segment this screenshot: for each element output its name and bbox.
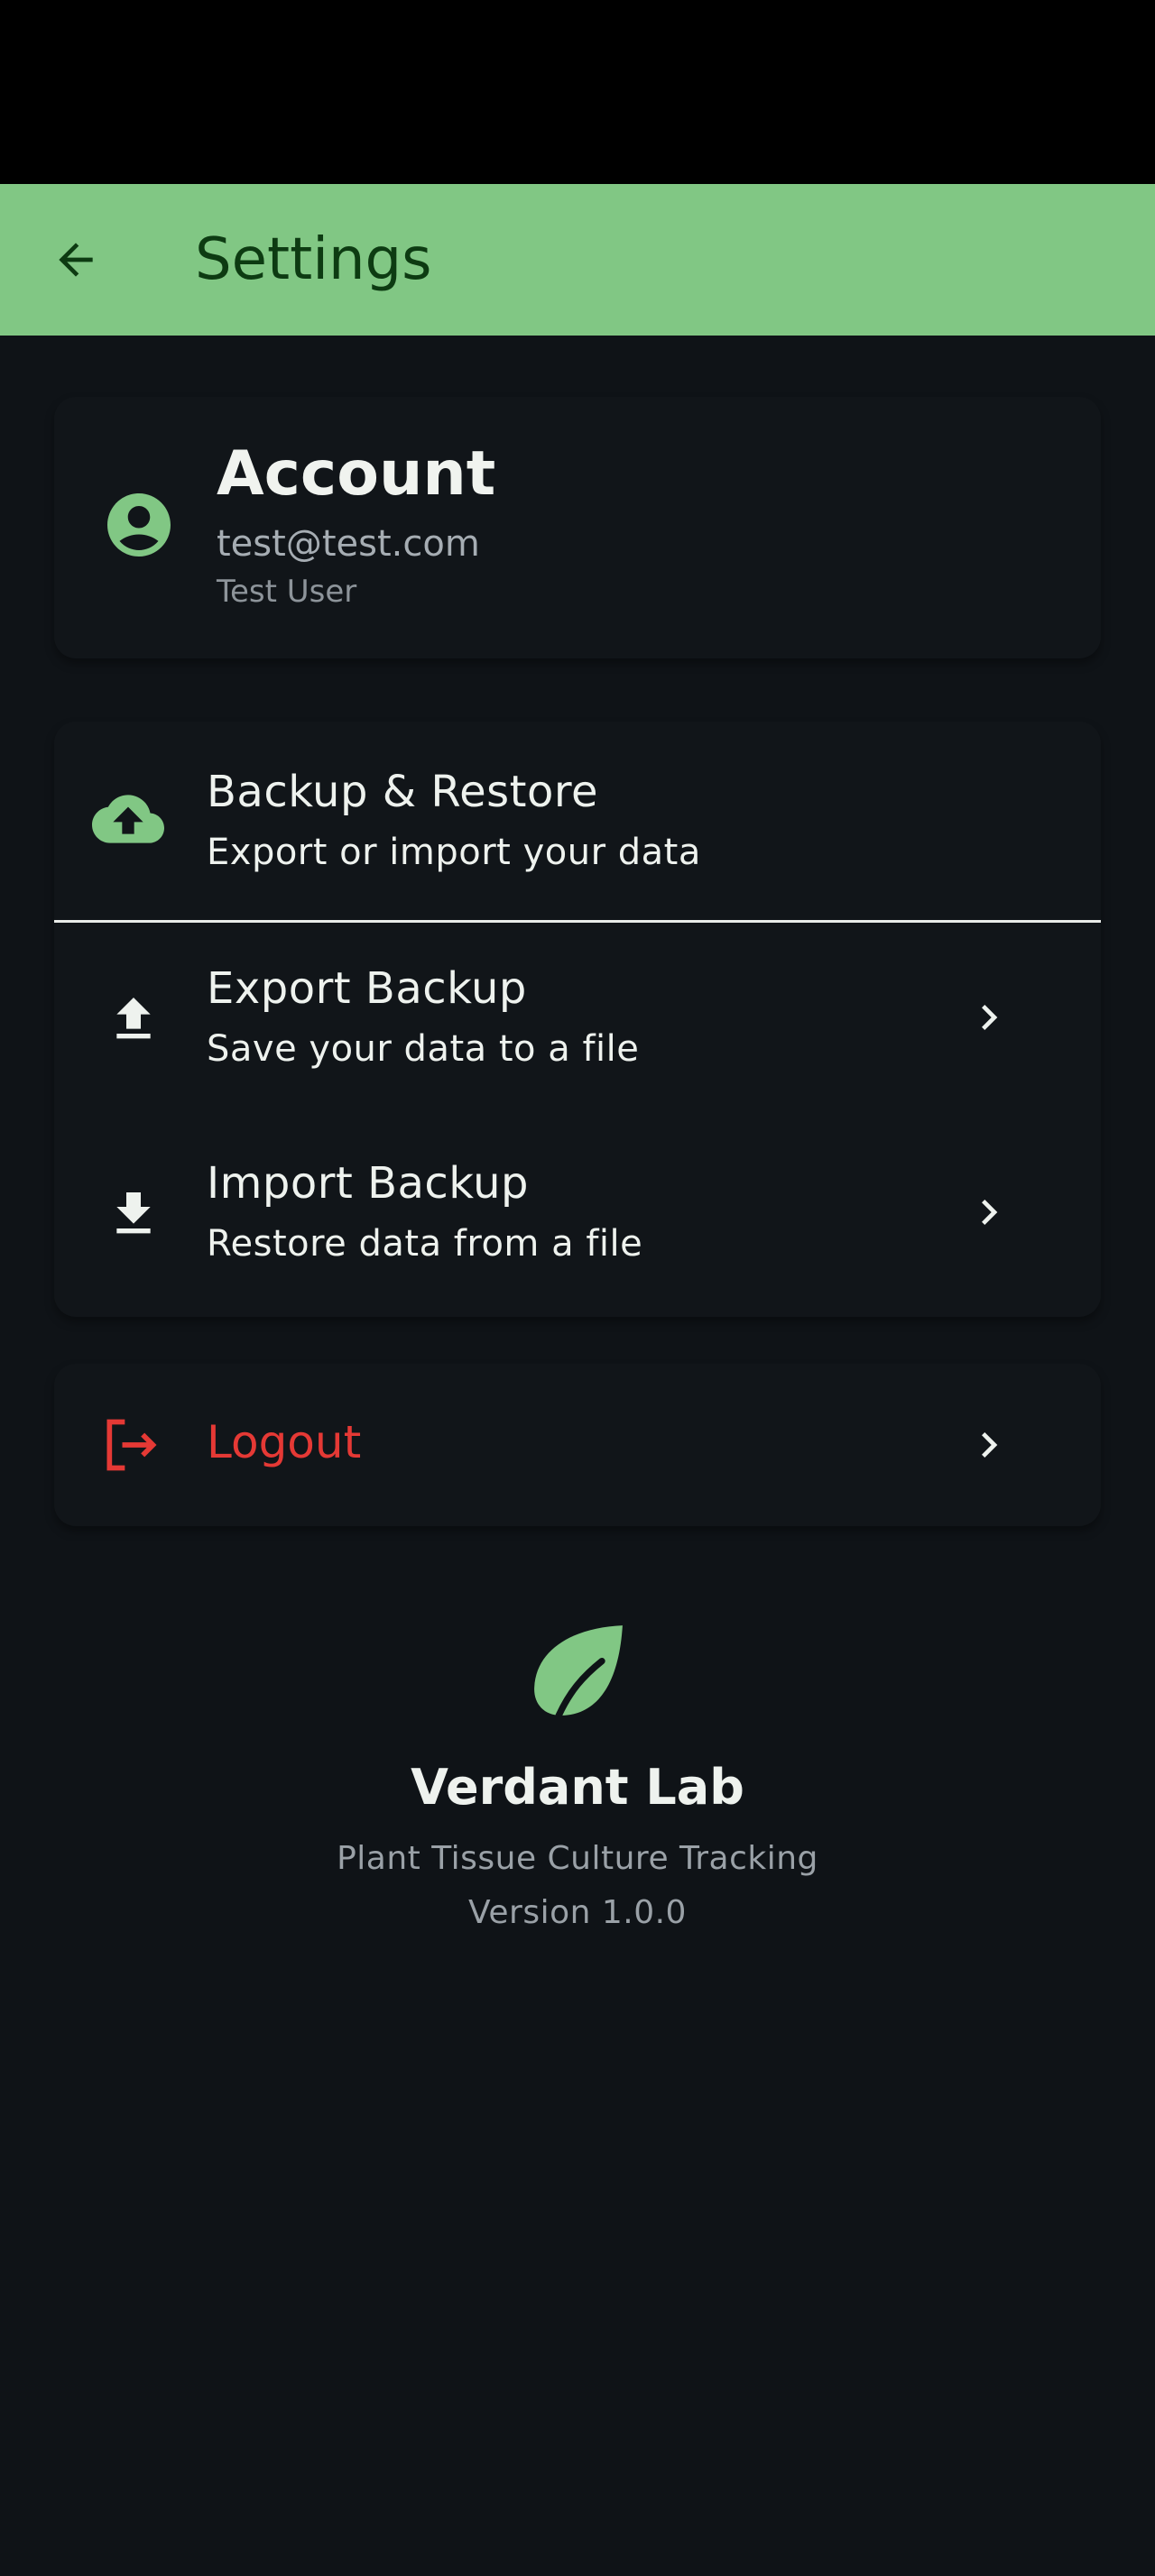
status-bar	[0, 0, 1155, 184]
account-name: Test User	[217, 574, 357, 610]
leaf-logo-icon	[534, 1625, 623, 1717]
account-title: Account	[217, 438, 496, 510]
export-backup-title: Export Backup	[207, 963, 527, 1014]
app-name: Verdant Lab	[411, 1759, 744, 1816]
app-tagline: Plant Tissue Culture Tracking	[337, 1840, 818, 1877]
backup-restore-subtitle: Export or import your data	[207, 832, 701, 873]
backup-restore-title: Backup & Restore	[207, 767, 599, 817]
chevron-right-icon	[982, 1200, 998, 1225]
arrow-back-icon	[59, 243, 93, 277]
import-backup-subtitle: Restore data from a file	[207, 1223, 643, 1265]
app-bar: Settings	[0, 184, 1155, 336]
account-email: test@test.com	[217, 523, 480, 565]
cloud-upload-icon	[92, 795, 164, 843]
back-button[interactable]	[40, 224, 112, 296]
logout-label: Logout	[207, 1416, 362, 1468]
chevron-right-icon	[982, 1005, 998, 1030]
chevron-right-icon	[982, 1432, 998, 1458]
logout-icon	[106, 1419, 157, 1471]
app-version: Version 1.0.0	[468, 1894, 687, 1931]
page-title: Settings	[195, 226, 432, 293]
logout-button[interactable]: Logout	[54, 1364, 1101, 1526]
account-circle-icon	[107, 493, 171, 557]
import-backup-title: Import Backup	[207, 1158, 530, 1209]
import-backup-row[interactable]: Import Backup Restore data from a file	[54, 1124, 1101, 1313]
export-backup-row[interactable]: Export Backup Save your data to a file	[54, 929, 1101, 1118]
download-icon	[116, 1192, 151, 1234]
account-card[interactable]: Account test@test.com Test User	[54, 397, 1101, 658]
upload-icon	[116, 998, 151, 1039]
export-backup-subtitle: Save your data to a file	[207, 1028, 640, 1070]
divider	[54, 920, 1101, 923]
